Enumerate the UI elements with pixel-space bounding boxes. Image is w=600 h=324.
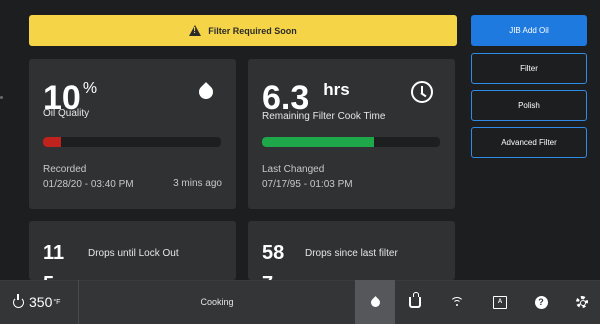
edge-marker — [0, 96, 3, 99]
help-icon: ? — [534, 295, 548, 309]
filter-time-value: 6.3 hrs — [262, 81, 350, 115]
temperature-value: 350 — [29, 294, 53, 310]
since-filter-card[interactable]: 58 Drops since last filter 7 — [248, 221, 455, 280]
oil-drop-icon — [196, 82, 216, 102]
last-changed-label: Last Changed — [262, 164, 325, 175]
recorded-label: Recorded — [43, 164, 87, 175]
warning-icon — [189, 25, 202, 36]
filter-button[interactable]: Filter — [471, 53, 587, 84]
alert-text: Filter Required Soon — [208, 25, 297, 36]
oil-quality-card[interactable]: 10% Oil Quality Recorded 01/28/20 - 03:4… — [29, 59, 236, 209]
filter-time-unit: hrs — [323, 80, 350, 99]
tab-settings[interactable] — [562, 280, 600, 324]
power-temp-control[interactable]: 350 °F — [0, 280, 78, 324]
tab-basket[interactable] — [395, 280, 435, 324]
lockout-partial-value: 5 — [43, 273, 54, 280]
last-changed-info: Last Changed 07/17/95 - 01:03 PM — [262, 163, 353, 192]
oil-drop-icon — [368, 295, 382, 309]
tab-oil[interactable] — [355, 280, 395, 324]
filter-time-bar — [262, 137, 440, 147]
oil-quality-unit: % — [82, 80, 98, 97]
filter-time-label: Remaining Filter Cook Time — [262, 111, 386, 122]
since-filter-label: Drops since last filter — [305, 248, 398, 259]
oil-recorded-info: Recorded 01/28/20 - 03:40 PM — [43, 163, 134, 192]
filter-time-card[interactable]: 6.3 hrs Remaining Filter Cook Time Last C… — [248, 59, 455, 209]
advanced-filter-button[interactable]: Advanced Filter — [471, 127, 587, 158]
basket-icon — [409, 291, 421, 308]
oil-quality-bar — [43, 137, 221, 147]
temperature-unit: °F — [53, 298, 61, 306]
since-filter-partial-value: 7 — [262, 273, 273, 280]
filter-alert-banner[interactable]: Filter Required Soon — [29, 15, 457, 46]
settings-icon — [576, 296, 588, 308]
jib-add-oil-button[interactable]: JIB Add Oil — [471, 15, 587, 46]
tab-wifi[interactable] — [437, 280, 477, 324]
lockout-count: 11 — [43, 242, 65, 264]
lockout-card[interactable]: 11 Drops until Lock Out 5 — [29, 221, 236, 280]
language-icon: A — [493, 295, 507, 309]
clock-icon — [411, 81, 433, 103]
recorded-value: 01/28/20 - 03:40 PM — [43, 178, 134, 190]
oil-quality-label: Oil Quality — [43, 108, 90, 119]
wifi-icon — [450, 295, 464, 309]
power-icon[interactable] — [13, 293, 24, 308]
oil-quality-bar-fill — [43, 137, 61, 147]
polish-button[interactable]: Polish — [471, 90, 587, 121]
tab-help[interactable]: ? — [521, 280, 561, 324]
lockout-label: Drops until Lock Out — [88, 248, 179, 259]
recorded-ago: 3 mins ago — [173, 178, 222, 189]
since-filter-count: 58 — [262, 242, 285, 264]
cook-status: Cooking — [200, 297, 234, 307]
filter-time-bar-fill — [262, 137, 375, 147]
tab-language[interactable]: A — [480, 280, 520, 324]
last-changed-value: 07/17/95 - 01:03 PM — [262, 178, 353, 190]
